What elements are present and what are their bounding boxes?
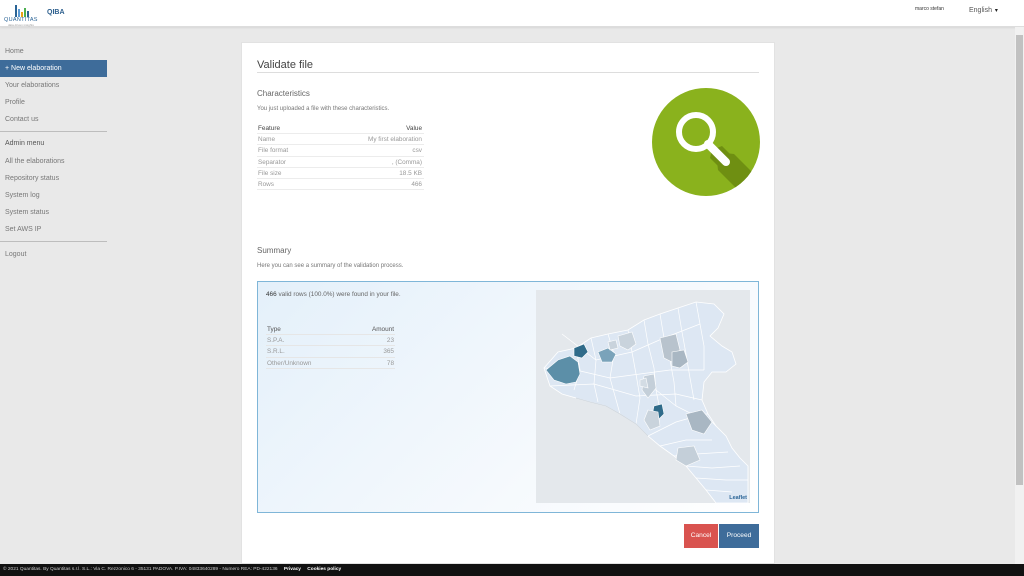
sidebar-item-system-log[interactable]: System log bbox=[0, 187, 107, 204]
table-row: Separator , (Comma) bbox=[257, 157, 424, 168]
sidebar-item-logout[interactable]: Logout bbox=[0, 246, 107, 263]
type-cell: S.P.A. bbox=[267, 337, 285, 345]
characteristics-description: You just uploaded a file with these char… bbox=[257, 106, 390, 112]
logo-bars bbox=[15, 3, 31, 17]
valid-rows-count: 466 bbox=[266, 291, 277, 298]
page-scrollbar[interactable] bbox=[1015, 27, 1024, 564]
sidebar-divider bbox=[0, 131, 107, 132]
table-row: File size 18.5 KB bbox=[257, 168, 424, 179]
footer-text: © 2021 Quantitas. By Quantitas s.r.l. S.… bbox=[3, 567, 278, 572]
sidebar-item-profile[interactable]: Profile bbox=[0, 94, 107, 111]
table-row: Other/Unknown 78 bbox=[266, 358, 395, 369]
cookies-policy-link[interactable]: Cookies policy bbox=[307, 567, 341, 572]
amount-cell: 78 bbox=[386, 359, 394, 367]
valid-rows-line: 466 valid rows (100.0%) were found in yo… bbox=[266, 291, 401, 298]
summary-description: Here you can see a summary of the valida… bbox=[257, 263, 404, 269]
value-cell: 18.5 KB bbox=[399, 169, 422, 177]
table-row: Rows 466 bbox=[257, 179, 424, 191]
sidebar-item-system-status[interactable]: System status bbox=[0, 204, 107, 221]
column-header-value: Value bbox=[406, 125, 422, 132]
table-header-row: Feature Value bbox=[257, 123, 424, 135]
column-header-feature: Feature bbox=[258, 125, 281, 132]
province-map[interactable]: Leaflet bbox=[536, 290, 750, 503]
chevron-down-icon: ▾ bbox=[994, 8, 998, 14]
feature-cell: Rows bbox=[258, 180, 274, 188]
validate-file-panel: Validate file Characteristics You just u… bbox=[241, 42, 775, 564]
feature-cell: Name bbox=[258, 136, 276, 144]
map-svg bbox=[543, 301, 749, 503]
top-bar: QUANTITAS data driven insights QIBA marc… bbox=[0, 0, 1024, 27]
app-name[interactable]: QIBA bbox=[47, 9, 65, 16]
amount-cell: 23 bbox=[386, 337, 394, 345]
privacy-link[interactable]: Privacy bbox=[284, 567, 301, 572]
cancel-button[interactable]: Cancel bbox=[684, 524, 718, 548]
sidebar-item-home[interactable]: Home bbox=[0, 43, 107, 60]
sidebar-item-set-aws-ip[interactable]: Set AWS IP bbox=[0, 221, 107, 238]
summary-title: Summary bbox=[257, 246, 292, 255]
sidebar-item-repository-status[interactable]: Repository status bbox=[0, 170, 107, 187]
type-cell: Other/Unknown bbox=[267, 359, 312, 367]
table-row: S.R.L. 365 bbox=[266, 346, 395, 358]
value-cell: csv bbox=[412, 147, 422, 155]
language-label: English bbox=[969, 7, 992, 14]
feature-cell: File format bbox=[258, 147, 289, 155]
magnifier-icon bbox=[652, 88, 760, 196]
sidebar-item-contact-us[interactable]: Contact us bbox=[0, 111, 107, 128]
type-cell: S.R.L. bbox=[267, 348, 285, 356]
sidebar: Home + New elaboration Your elaborations… bbox=[0, 27, 108, 564]
sidebar-item-your-elaborations[interactable]: Your elaborations bbox=[0, 77, 107, 94]
sidebar-item-new-elaboration[interactable]: + New elaboration bbox=[0, 60, 107, 77]
value-cell: My first elaboration bbox=[368, 136, 422, 144]
column-header-amount: Amount bbox=[371, 326, 394, 333]
amount-cell: 365 bbox=[383, 348, 394, 356]
column-header-type: Type bbox=[267, 326, 281, 333]
language-selector[interactable]: English ▾ bbox=[969, 7, 998, 14]
page-title: Validate file bbox=[257, 59, 314, 71]
summary-box: 466 valid rows (100.0%) were found in yo… bbox=[257, 281, 759, 513]
sidebar-divider bbox=[0, 241, 107, 242]
feature-cell: Separator bbox=[258, 158, 287, 166]
table-row: File format csv bbox=[257, 145, 424, 157]
user-name[interactable]: marco stefan bbox=[915, 6, 944, 12]
table-row: S.P.A. 23 bbox=[266, 335, 395, 347]
title-divider bbox=[257, 72, 759, 73]
proceed-button[interactable]: Proceed bbox=[719, 524, 759, 548]
value-cell: 466 bbox=[411, 180, 422, 188]
scrollbar-thumb[interactable] bbox=[1016, 35, 1023, 485]
sidebar-item-all-elaborations[interactable]: All the elaborations bbox=[0, 153, 107, 170]
feature-cell: File size bbox=[258, 169, 282, 177]
table-header-row: Type Amount bbox=[266, 324, 395, 336]
leaflet-attribution[interactable]: Leaflet bbox=[729, 495, 747, 501]
value-cell: , (Comma) bbox=[391, 158, 422, 166]
characteristics-title: Characteristics bbox=[257, 89, 310, 98]
characteristics-table: Feature Value Name My first elaboration … bbox=[257, 123, 424, 191]
type-table: Type Amount S.P.A. 23 S.R.L. 365 Other/U… bbox=[266, 324, 395, 369]
footer: © 2021 Quantitas. By Quantitas s.r.l. S.… bbox=[0, 564, 1024, 576]
table-row: Name My first elaboration bbox=[257, 134, 424, 146]
valid-rows-text: valid rows (100.0%) were found in your f… bbox=[276, 291, 401, 298]
admin-menu-header: Admin menu bbox=[5, 140, 45, 147]
quantitas-logo[interactable]: QUANTITAS data driven insights bbox=[4, 3, 40, 27]
